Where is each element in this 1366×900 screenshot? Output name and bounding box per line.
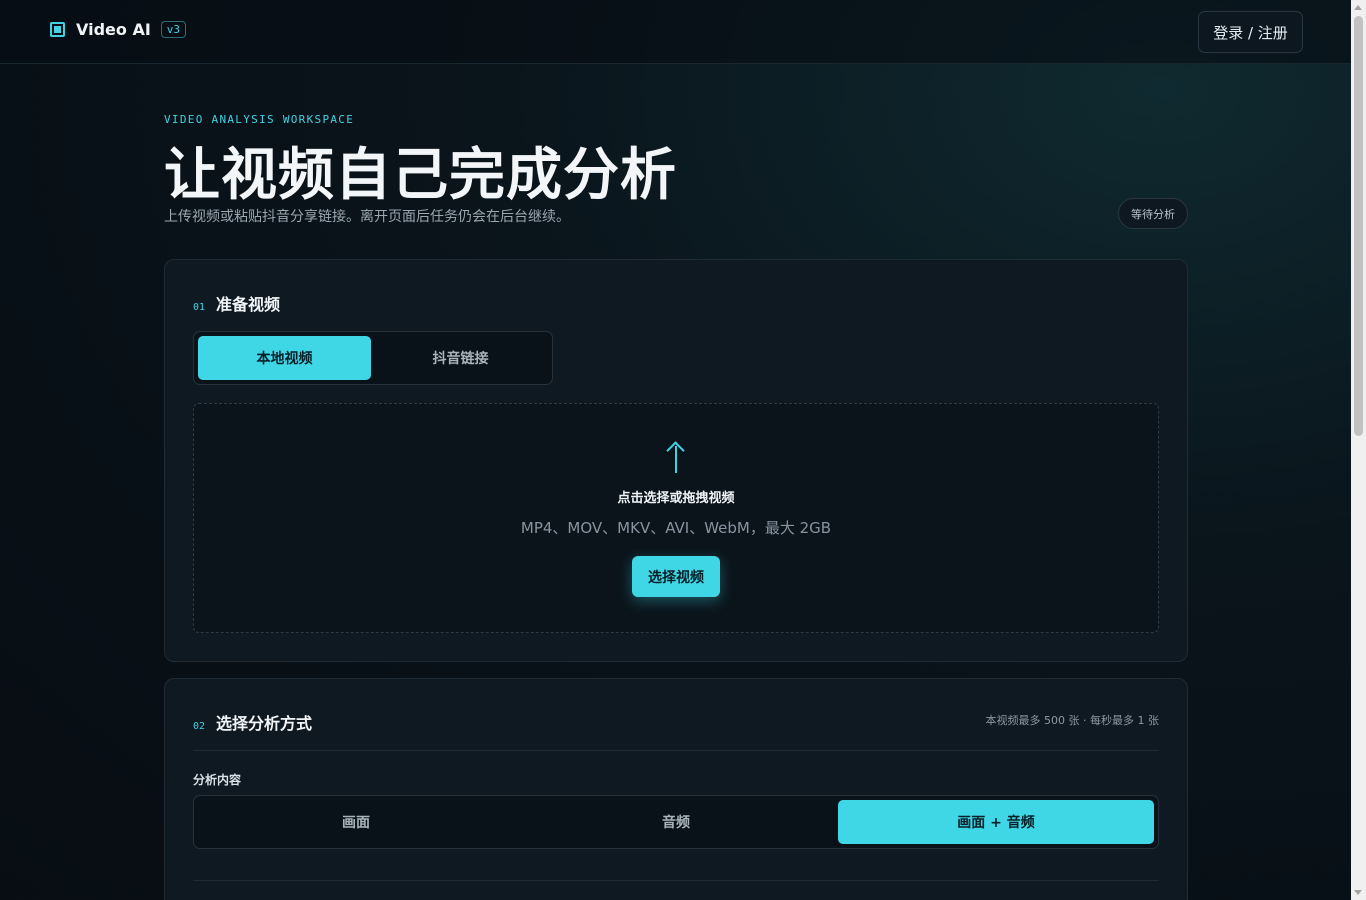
tab-local-video[interactable]: 本地视频 [198,336,371,380]
brand[interactable]: Video AI v3 [50,20,187,39]
video-dropzone[interactable]: 点击选择或拖拽视频 MP4、MOV、MKV、AVI、WebM，最大 2GB 选择… [193,403,1159,633]
page-title: 让视频自己完成分析 [164,143,677,208]
step-header: 02 选择分析方式 [193,710,312,734]
page-subtitle: 上传视频或粘贴抖音分享链接。离开页面后任务仍会在后台继续。 [164,209,570,225]
upload-arrow-icon [665,441,687,474]
brand-name: Video AI [76,20,151,39]
step-header: 01 准备视频 [193,291,280,315]
logo-icon [50,22,65,37]
source-tabs: 本地视频 抖音链接 [193,331,553,385]
dropzone-hint: MP4、MOV、MKV、AVI、WebM，最大 2GB [520,519,832,537]
option-visual-audio[interactable]: 画面 + 音频 [838,800,1154,844]
scroll-up-icon[interactable] [1354,5,1362,10]
status-badge: 等待分析 [1118,198,1188,229]
step-title: 准备视频 [216,295,281,314]
scroll-thumb[interactable] [1354,16,1363,436]
tab-douyin-link[interactable]: 抖音链接 [374,336,547,380]
prepare-video-card: 01 准备视频 本地视频 抖音链接 点击选择或拖拽视频 MP4、MOV、MKV、… [164,259,1188,662]
eyebrow-label: VIDEO ANALYSIS WORKSPACE [164,113,355,126]
divider [193,750,1159,751]
scroll-down-icon[interactable] [1354,890,1362,895]
choose-video-button[interactable]: 选择视频 [632,556,720,597]
version-badge: v3 [160,21,187,38]
content-label: 分析内容 [193,773,242,787]
option-visual[interactable]: 画面 [198,800,514,844]
frame-limit-note: 本视频最多 500 张 · 每秒最多 1 张 [985,714,1159,727]
login-register-button[interactable]: 登录 / 注册 [1198,11,1303,53]
step-number: 02 [193,721,206,732]
step-number: 01 [193,302,206,313]
option-audio[interactable]: 音频 [518,800,834,844]
step-title: 选择分析方式 [216,714,313,733]
analysis-mode-card: 02 选择分析方式 本视频最多 500 张 · 每秒最多 1 张 分析内容 画面… [164,678,1188,900]
page-scrollbar[interactable] [1351,0,1366,900]
dropzone-title: 点击选择或拖拽视频 [617,491,735,506]
content-options: 画面 音频 画面 + 音频 [193,795,1159,849]
divider [193,880,1159,881]
top-bar: Video AI v3 登录 / 注册 [0,0,1351,64]
